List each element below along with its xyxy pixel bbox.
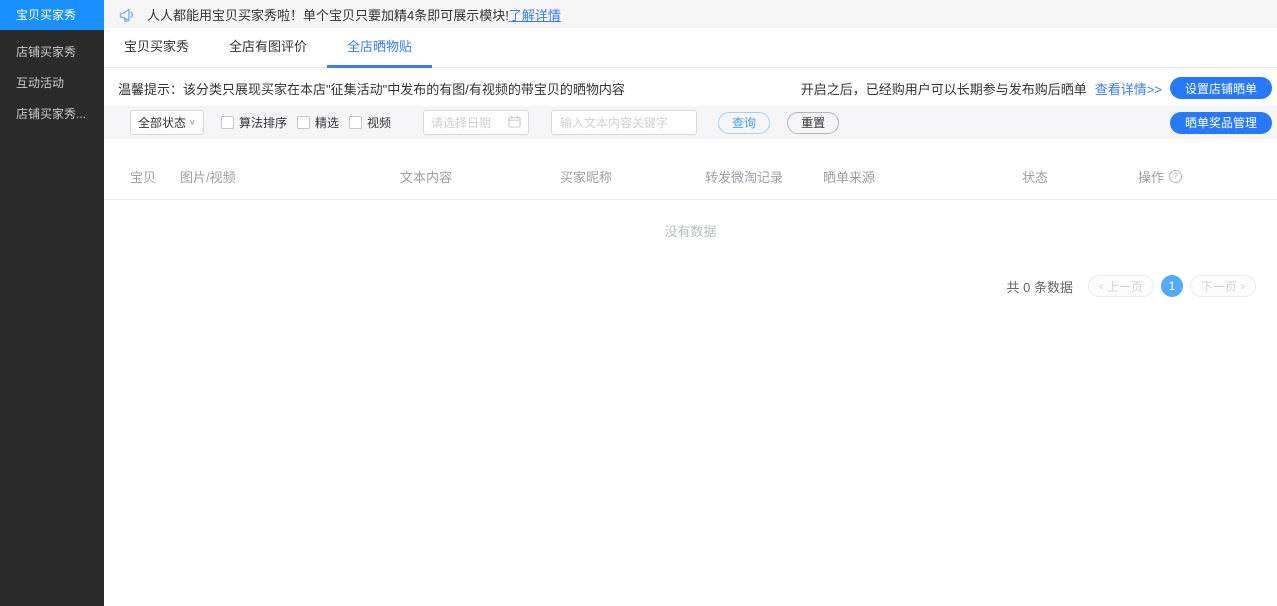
prize-management-button[interactable]: 晒单奖品管理: [1170, 112, 1272, 134]
column-text-content: 文本内容: [400, 167, 560, 186]
calendar-icon[interactable]: [508, 115, 521, 131]
column-actions: 操作 ?: [1138, 167, 1182, 186]
next-page-label: 下一页: [1201, 278, 1237, 295]
page: 宝贝买家秀 店铺买家秀 互动活动 店铺买家秀... 人人都能用宝贝买家秀啦！单个…: [0, 0, 1277, 606]
page-number-1[interactable]: 1: [1161, 275, 1183, 297]
column-buyer-nickname: 买家昵称: [560, 167, 705, 186]
column-weitao-forward: 转发微淘记录: [705, 167, 823, 186]
main-area: 人人都能用宝贝买家秀啦！单个宝贝只要加精4条即可展示模块! 了解详情 宝贝买家秀…: [104, 0, 1277, 606]
megaphone-icon: [118, 6, 137, 23]
table-header-divider: [104, 199, 1277, 200]
view-details-link[interactable]: 查看详情>>: [1095, 79, 1162, 98]
sidebar-item-shop-buyer-show-2[interactable]: 店铺买家秀...: [0, 99, 104, 130]
sidebar-item-shop-buyer-show[interactable]: 店铺买家秀: [0, 37, 104, 68]
help-icon[interactable]: ?: [1169, 170, 1182, 183]
sidebar-item-product-buyer-show[interactable]: 宝贝买家秀: [0, 0, 104, 30]
column-actions-label: 操作: [1138, 167, 1164, 186]
notice-text: 温馨提示：该分类只展现买家在本店"征集活动"中发布的有图/有视频的带宝贝的晒物内…: [118, 79, 625, 98]
sidebar: 宝贝买家秀 店铺买家秀 互动活动 店铺买家秀...: [0, 0, 104, 606]
tab-shop-photo-reviews[interactable]: 全店有图评价: [209, 28, 327, 68]
tab-product-buyer-show[interactable]: 宝贝买家秀: [104, 28, 209, 68]
empty-state-text: 没有数据: [104, 221, 1277, 240]
column-image-video: 图片/视频: [180, 167, 400, 186]
checkbox-icon[interactable]: [349, 116, 362, 129]
status-select[interactable]: 全部状态 ∨: [130, 110, 204, 135]
pagination-total: 共 0 条数据: [1007, 277, 1073, 296]
checkbox-icon[interactable]: [221, 116, 234, 129]
status-select-value: 全部状态: [138, 114, 186, 131]
chevron-down-icon: ∨: [189, 118, 196, 127]
prev-page-label: 上一页: [1107, 278, 1143, 295]
search-button[interactable]: 查询: [718, 112, 770, 134]
algorithm-sort-checkbox[interactable]: 算法排序: [221, 114, 287, 131]
filter-bar: 全部状态 ∨ 算法排序 精选 视频 请选择日期: [104, 106, 1277, 139]
keyword-input[interactable]: [551, 110, 697, 135]
pagination: 共 0 条数据 ‹ 上一页 1 下一页 ›: [104, 275, 1277, 297]
notice-row: 温馨提示：该分类只展现买家在本店"征集活动"中发布的有图/有视频的带宝贝的晒物内…: [104, 68, 1277, 106]
prev-page-button[interactable]: ‹ 上一页: [1088, 275, 1154, 297]
notice-right-text: 开启之后，已经购用户可以长期参与发布购后晒单: [801, 79, 1087, 98]
featured-checkbox[interactable]: 精选: [297, 114, 339, 131]
featured-label: 精选: [315, 114, 339, 131]
column-status: 状态: [1022, 167, 1138, 186]
next-page-button[interactable]: 下一页 ›: [1190, 275, 1256, 297]
column-show-source: 晒单来源: [823, 167, 1022, 186]
reset-button[interactable]: 重置: [787, 112, 839, 134]
setup-shop-show-button[interactable]: 设置店铺晒单: [1170, 77, 1272, 99]
column-product: 宝贝: [130, 167, 180, 186]
date-placeholder: 请选择日期: [431, 114, 491, 131]
banner-text: 人人都能用宝贝买家秀啦！单个宝贝只要加精4条即可展示模块!: [147, 5, 509, 24]
tabs-row: 宝贝买家秀 全店有图评价 全店晒物贴: [104, 28, 1277, 68]
video-label: 视频: [367, 114, 391, 131]
banner-learn-more-link[interactable]: 了解详情: [509, 5, 561, 24]
checkbox-icon[interactable]: [297, 116, 310, 129]
tab-shop-show-posts[interactable]: 全店晒物贴: [327, 28, 432, 68]
announcement-banner: 人人都能用宝贝买家秀啦！单个宝贝只要加精4条即可展示模块! 了解详情: [104, 0, 1277, 28]
algorithm-sort-label: 算法排序: [239, 114, 287, 131]
video-checkbox[interactable]: 视频: [349, 114, 391, 131]
chevron-right-icon: ›: [1241, 279, 1245, 293]
table-header: 宝贝 图片/视频 文本内容 买家昵称 转发微淘记录 晒单来源 状态 操作 ?: [104, 161, 1277, 191]
date-picker-input[interactable]: 请选择日期: [423, 110, 529, 135]
chevron-left-icon: ‹: [1099, 279, 1103, 293]
sidebar-item-interactive-activity[interactable]: 互动活动: [0, 68, 104, 99]
